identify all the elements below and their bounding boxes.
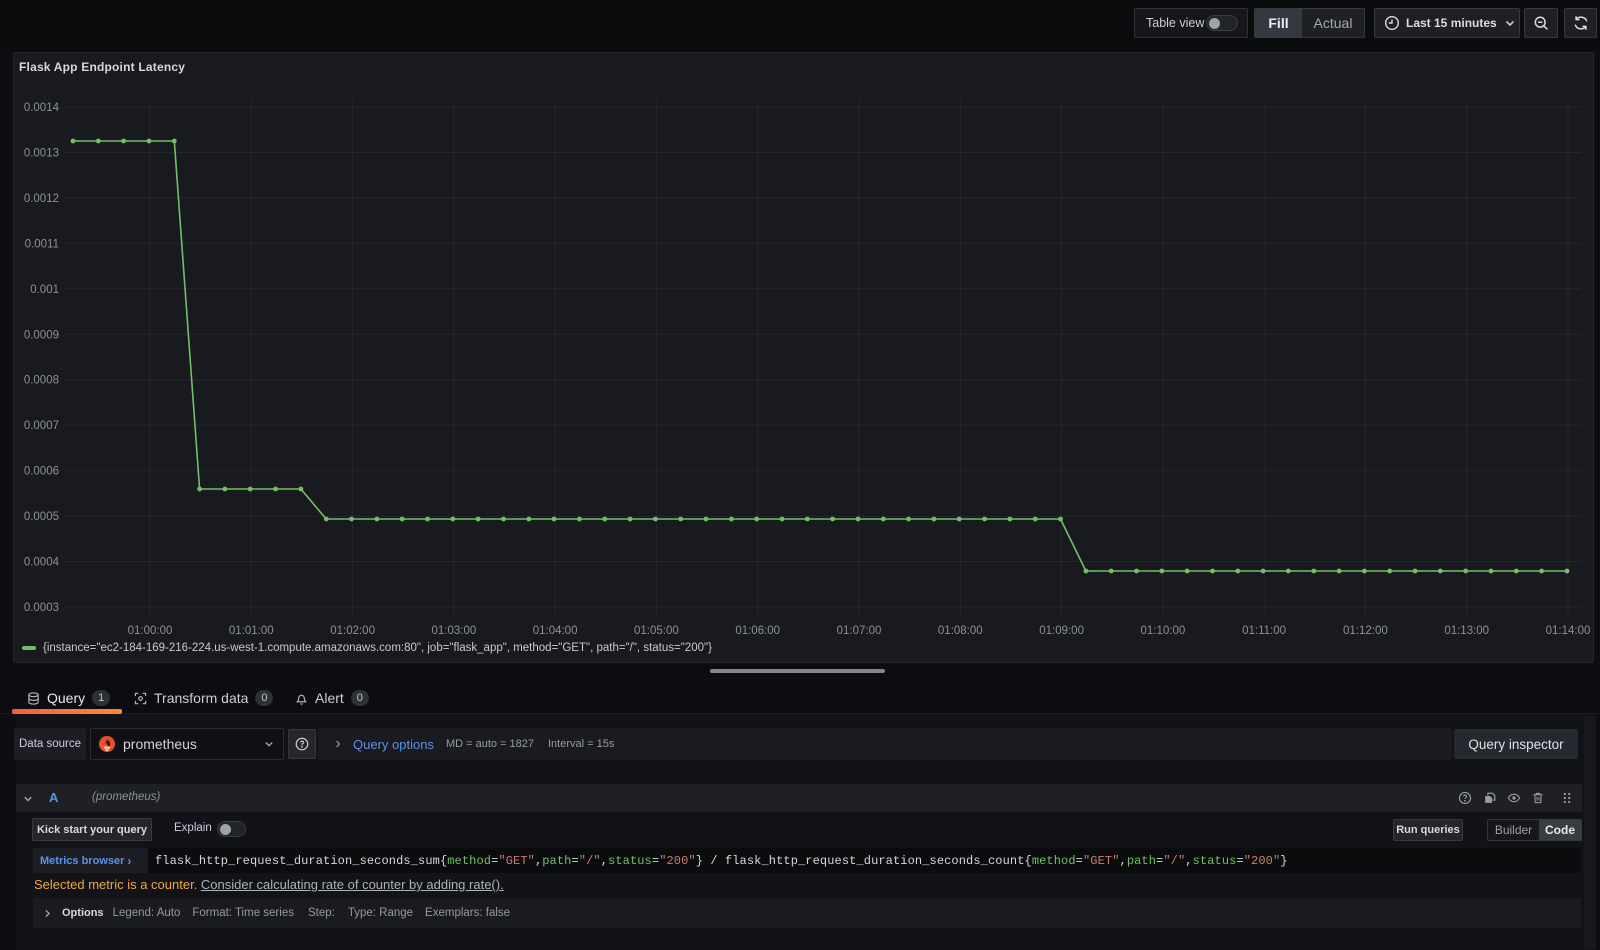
svg-text:01:09:00: 01:09:00	[1039, 625, 1084, 637]
svg-text:0.0009: 0.0009	[24, 329, 59, 341]
svg-text:01:02:00: 01:02:00	[330, 625, 375, 637]
svg-text:0.0005: 0.0005	[24, 511, 59, 523]
svg-text:01:12:00: 01:12:00	[1343, 625, 1388, 637]
svg-text:01:07:00: 01:07:00	[837, 625, 882, 637]
svg-text:0.0003: 0.0003	[24, 602, 59, 614]
svg-text:0.0004: 0.0004	[24, 557, 60, 569]
svg-text:01:01:00: 01:01:00	[229, 625, 274, 637]
svg-text:01:08:00: 01:08:00	[938, 625, 983, 637]
svg-text:01:03:00: 01:03:00	[432, 625, 477, 637]
svg-text:01:13:00: 01:13:00	[1444, 625, 1489, 637]
svg-text:0.0012: 0.0012	[24, 193, 59, 205]
svg-text:01:11:00: 01:11:00	[1242, 625, 1286, 637]
svg-text:0.0006: 0.0006	[24, 466, 59, 478]
svg-text:0.0014: 0.0014	[24, 102, 60, 114]
svg-text:01:04:00: 01:04:00	[533, 625, 578, 637]
svg-text:01:10:00: 01:10:00	[1141, 625, 1186, 637]
svg-text:0.0011: 0.0011	[25, 238, 59, 250]
svg-text:0.0013: 0.0013	[24, 148, 59, 160]
svg-text:0.0008: 0.0008	[24, 375, 59, 387]
svg-text:0.0007: 0.0007	[24, 420, 59, 432]
svg-text:01:06:00: 01:06:00	[735, 625, 780, 637]
svg-text:01:05:00: 01:05:00	[634, 625, 679, 637]
svg-text:0.001: 0.001	[30, 284, 59, 296]
svg-text:01:00:00: 01:00:00	[128, 625, 173, 637]
svg-text:01:14:00: 01:14:00	[1546, 625, 1591, 637]
